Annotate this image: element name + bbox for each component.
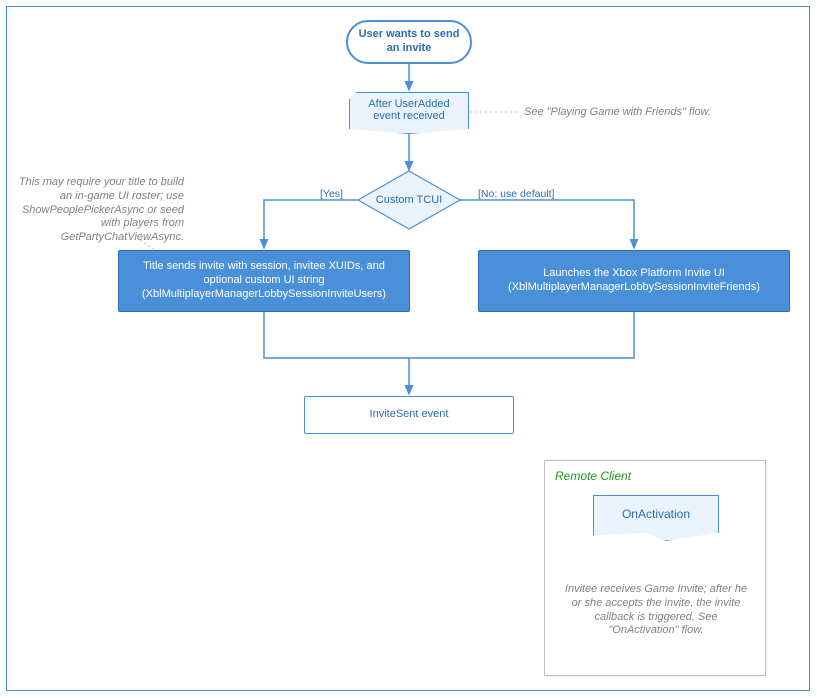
step-useradded: After UserAdded event received bbox=[349, 92, 469, 134]
branch-label-yes: [Yes] bbox=[320, 188, 343, 200]
remote-client-panel: Remote Client OnActivation Invitee recei… bbox=[544, 460, 766, 676]
invite-sent-event: InviteSent event bbox=[304, 396, 514, 434]
terminator-text: User wants to send an invite bbox=[356, 28, 462, 56]
annotation-ui-roster-text: This may require your title to build an … bbox=[19, 176, 184, 243]
decision-label: Custom TCUI bbox=[376, 194, 442, 206]
decision-custom-tcui: Custom TCUI bbox=[357, 170, 461, 230]
process-invite-users-text: Title sends invite with session, invitee… bbox=[127, 260, 401, 301]
annotation-remote-note-text: Invitee receives Game Invite; after he o… bbox=[565, 583, 747, 636]
terminator-start: User wants to send an invite bbox=[346, 20, 472, 64]
branch-label-no: [No; use default] bbox=[478, 188, 554, 200]
remote-client-title: Remote Client bbox=[555, 469, 631, 483]
step-useradded-text: After UserAdded event received bbox=[360, 98, 458, 122]
annotation-remote-note: Invitee receives Game Invite; after he o… bbox=[559, 583, 753, 638]
process-invite-friends: Launches the Xbox Platform Invite UI (Xb… bbox=[478, 250, 790, 312]
process-invite-friends-text: Launches the Xbox Platform Invite UI (Xb… bbox=[487, 267, 781, 295]
onactivation-step: OnActivation bbox=[593, 495, 719, 541]
onactivation-text: OnActivation bbox=[622, 507, 690, 521]
annotation-ui-roster: This may require your title to build an … bbox=[14, 176, 184, 245]
flowchart-canvas: User wants to send an invite After UserA… bbox=[0, 0, 817, 698]
process-invite-users: Title sends invite with session, invitee… bbox=[118, 250, 410, 312]
invite-sent-text: InviteSent event bbox=[370, 408, 449, 422]
annotation-playing-game: See "Playing Game with Friends" flow. bbox=[524, 106, 724, 120]
annotation-playing-game-text: See "Playing Game with Friends" flow. bbox=[524, 106, 711, 118]
